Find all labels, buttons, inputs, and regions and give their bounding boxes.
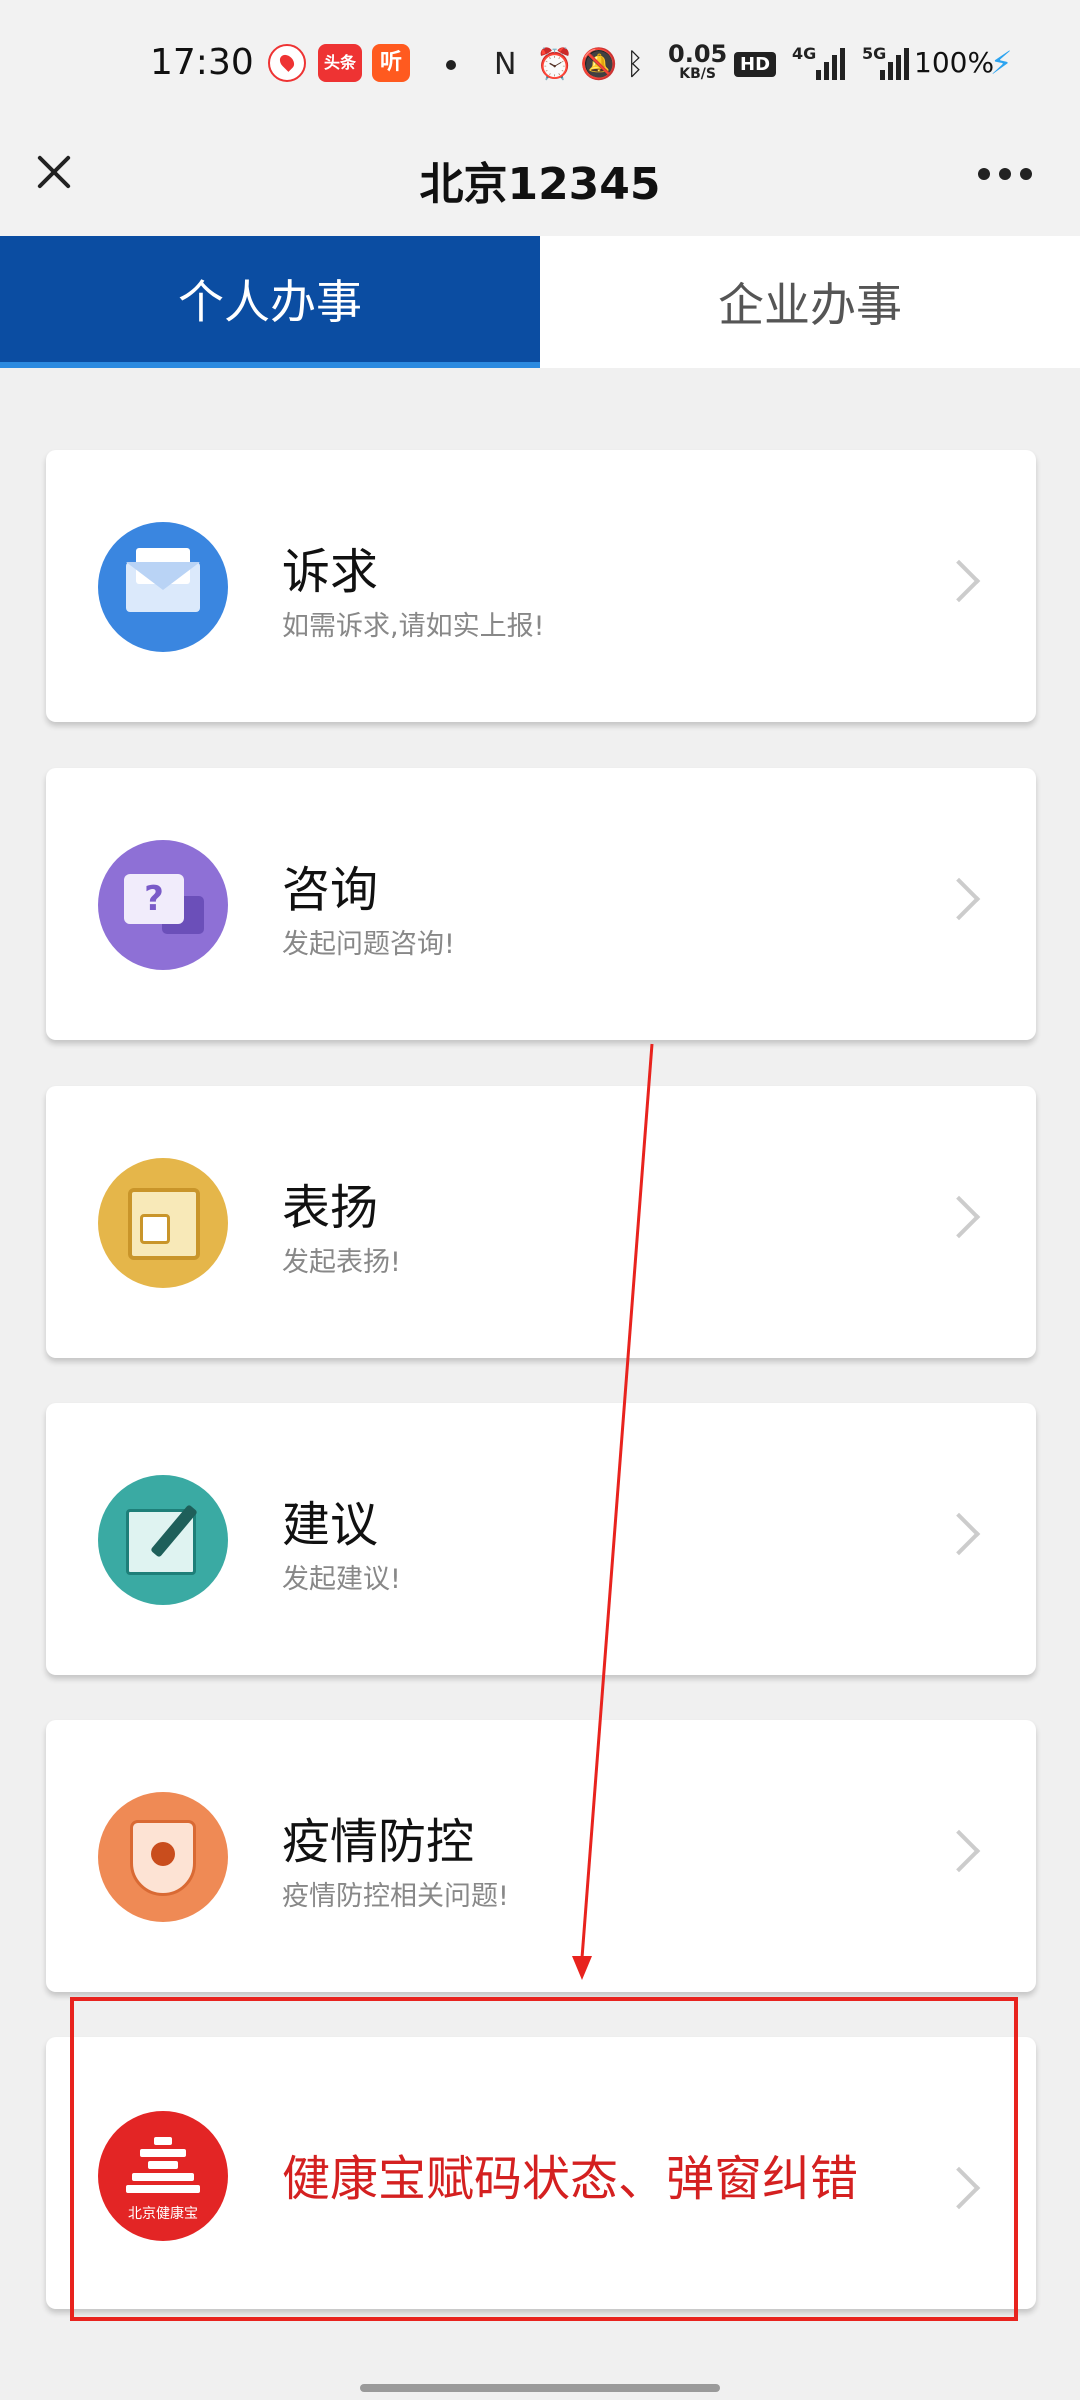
network-speed: 0.05 KB/S (668, 40, 728, 82)
toutiao-notification-icon: 头条 (318, 44, 362, 82)
more-notifications-dot-icon (446, 60, 456, 70)
map-notification-icon (268, 44, 306, 82)
card-title: 表扬 (282, 1180, 379, 1236)
chevron-right-icon (937, 877, 981, 921)
status-bar: 17:30 头条 听 N ⏰ 🔕 ᛒ 0.05 KB/S HD 4G 5G 10… (0, 0, 1080, 134)
envelope-icon (98, 522, 228, 652)
card-title: 咨询 (282, 862, 379, 918)
tab-bar: 个人办事 企业办事 (0, 236, 1080, 368)
card-subtitle: 如需诉求,请如实上报! (282, 611, 545, 642)
card-title: 疫情防控 (282, 1814, 475, 1870)
signal-4g-icon: 4G (792, 44, 846, 80)
card-consult[interactable]: ? 咨询 发起问题咨询! (46, 768, 1036, 1040)
signal-5g-icon: 5G (862, 44, 916, 80)
status-time: 17:30 (150, 42, 254, 83)
chevron-right-icon (937, 559, 981, 603)
thumbs-up-icon (98, 1158, 228, 1288)
alarm-icon: ⏰ (536, 47, 574, 82)
card-title: 建议 (282, 1497, 379, 1553)
tab-enterprise-affairs[interactable]: 企业办事 (540, 236, 1080, 368)
question-chat-icon: ? (98, 840, 228, 970)
card-subtitle: 发起表扬! (282, 1247, 401, 1278)
home-indicator[interactable] (360, 2384, 720, 2392)
nfc-icon: N (494, 47, 517, 82)
edit-note-icon (98, 1475, 228, 1605)
card-praise[interactable]: 表扬 发起表扬! (46, 1086, 1036, 1358)
tab-personal-affairs[interactable]: 个人办事 (0, 236, 540, 368)
card-subtitle: 发起建议! (282, 1564, 401, 1595)
charging-bolt-icon: ⚡ (990, 44, 1013, 82)
card-suggestion[interactable]: 建议 发起建议! (46, 1403, 1036, 1675)
mute-bell-icon: 🔕 (580, 47, 618, 82)
card-appeal[interactable]: 诉求 如需诉求,请如实上报! (46, 450, 1036, 722)
card-epidemic-control[interactable]: 疫情防控 疫情防控相关问题! (46, 1720, 1036, 1992)
ting-notification-icon: 听 (372, 44, 410, 82)
card-subtitle: 发起问题咨询! (282, 929, 455, 960)
battery-level: 100% (914, 46, 995, 79)
card-title: 诉求 (282, 544, 379, 600)
chevron-right-icon (937, 1512, 981, 1556)
hd-voice-icon: HD (734, 52, 777, 77)
card-subtitle: 疫情防控相关问题! (282, 1881, 509, 1912)
page-title: 北京12345 (419, 159, 661, 210)
chevron-right-icon (937, 1829, 981, 1873)
chevron-right-icon (937, 1195, 981, 1239)
annotation-highlight-box (70, 1997, 1018, 2321)
more-options-icon[interactable] (978, 168, 1032, 182)
virus-shield-icon (98, 1792, 228, 1922)
bluetooth-icon: ᛒ (626, 47, 644, 82)
